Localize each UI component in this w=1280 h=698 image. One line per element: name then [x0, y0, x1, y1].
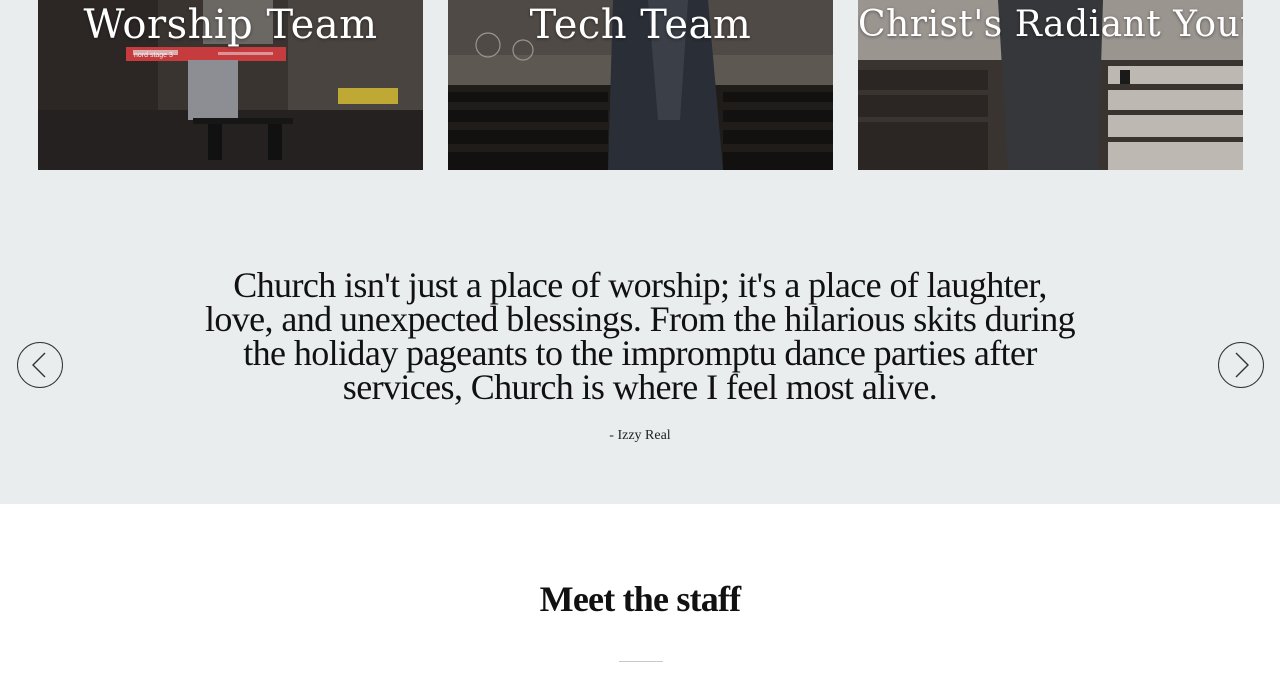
team-card-tech[interactable]: Tech Team — [448, 0, 833, 170]
team-card-title: Tech Team — [529, 2, 752, 48]
chevron-left-icon — [32, 352, 46, 378]
testimonial-quote: Church isn't just a place of worship; it… — [204, 265, 1076, 407]
carousel-next-button[interactable] — [1218, 342, 1264, 388]
carousel-prev-button[interactable] — [17, 342, 63, 388]
team-card-youth[interactable]: Christ's Radiant Youth — [858, 0, 1243, 170]
team-card-worship[interactable]: nord stage 3 Worship Team — [38, 0, 423, 170]
team-card-title: Worship Team — [83, 2, 378, 48]
staff-section-title: Meet the staff — [539, 579, 741, 619]
testimonial-author: - Izzy Real — [609, 428, 671, 443]
section-divider — [619, 661, 663, 662]
team-card-title: Christ's Radiant Youth — [858, 4, 1243, 45]
chevron-right-icon — [1235, 352, 1249, 378]
keyboard-brand-label: nord stage 3 — [134, 52, 173, 59]
